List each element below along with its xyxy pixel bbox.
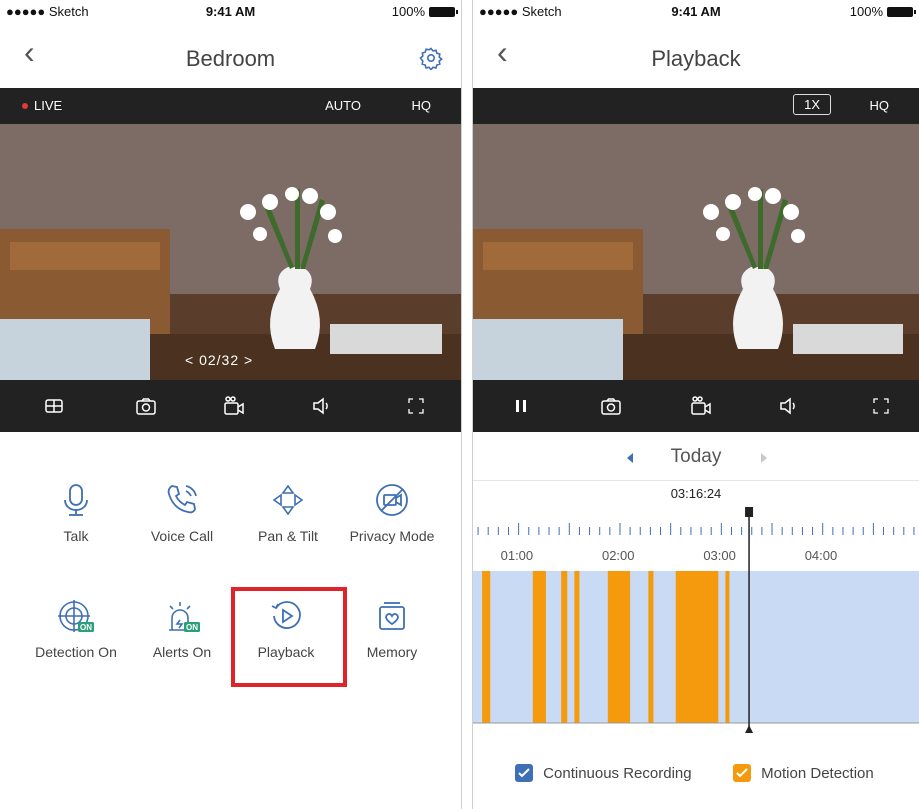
camera-icon[interactable] xyxy=(599,394,623,418)
privacy-icon xyxy=(376,484,408,516)
svg-text:ON: ON xyxy=(186,623,198,632)
clip-pager[interactable]: < 02/32 > xyxy=(185,352,253,368)
battery-label: 100% xyxy=(849,4,883,19)
fullscreen-icon[interactable] xyxy=(404,394,428,418)
continuous-recording-label: Continuous Recording xyxy=(543,764,692,782)
hq-button[interactable]: HQ xyxy=(412,98,432,113)
grid-icon[interactable] xyxy=(42,394,66,418)
screen-divider xyxy=(461,0,473,809)
motion-detection-label: Motion Detection xyxy=(761,764,874,782)
talk-label: Talk xyxy=(63,528,89,544)
record-icon[interactable] xyxy=(222,394,246,418)
volume-icon[interactable] xyxy=(310,394,334,418)
record-icon[interactable] xyxy=(689,394,713,418)
pause-icon[interactable] xyxy=(509,394,533,418)
separator xyxy=(473,480,919,481)
page-title: Playback xyxy=(651,46,741,71)
date-selector: Today xyxy=(473,432,919,480)
talk-button[interactable]: Talk xyxy=(20,482,132,544)
playhead-handle xyxy=(745,507,754,517)
bedroom-scene-image xyxy=(473,124,919,380)
motion-segment xyxy=(648,571,654,723)
motion-segment xyxy=(482,571,491,723)
motion-segment xyxy=(675,571,719,723)
voice-call-button[interactable]: Voice Call xyxy=(126,482,238,544)
pan-tilt-label: Pan & Tilt xyxy=(258,528,318,544)
battery-icon xyxy=(887,6,916,17)
video-controls xyxy=(473,380,919,432)
live-view-screen: ●●●●● Sketch 9:41 AM 100% ‹ Bedroom LIVE… xyxy=(0,0,461,809)
camera-video-feed[interactable]: < 02/32 > xyxy=(0,124,461,380)
hour-label: 03:00 xyxy=(703,548,736,563)
playback-highlight-box xyxy=(231,587,347,687)
next-day-icon[interactable] xyxy=(759,452,769,464)
live-dot-icon xyxy=(22,102,28,109)
video-controls xyxy=(0,380,461,432)
checkbox-icon xyxy=(733,764,751,783)
alerts-on-label: Alerts On xyxy=(152,644,212,660)
alerts-on-button[interactable]: ON Alerts On xyxy=(126,598,238,660)
hq-button[interactable]: HQ xyxy=(870,98,890,113)
alert-icon: ON xyxy=(169,602,200,632)
playback-top-bar: 1X HQ xyxy=(473,88,919,124)
nav-bar: ‹ Playback xyxy=(473,22,919,88)
motion-detection-checkbox[interactable]: Motion Detection xyxy=(733,764,874,783)
nav-bar: ‹ Bedroom xyxy=(0,22,461,88)
memory-icon xyxy=(379,602,405,630)
svg-text:ON: ON xyxy=(80,623,92,632)
detection-icon: ON xyxy=(58,600,94,632)
motion-segment xyxy=(574,571,580,723)
pan-tilt-icon xyxy=(272,484,304,516)
motion-segment xyxy=(532,571,546,723)
motion-segment xyxy=(561,571,568,723)
camera-icon[interactable] xyxy=(134,394,158,418)
phone-icon xyxy=(167,485,197,514)
gear-icon[interactable] xyxy=(419,46,443,70)
checkbox-icon xyxy=(515,764,533,783)
volume-icon[interactable] xyxy=(777,394,801,418)
page-title: Bedroom xyxy=(185,46,276,71)
hour-label: 01:00 xyxy=(500,548,534,563)
playhead-marker xyxy=(745,725,754,733)
playback-screen: ●●●●● Sketch 9:41 AM 100% ‹ Playback 1X … xyxy=(473,0,919,809)
status-bar: ●●●●● Sketch 9:41 AM 100% xyxy=(0,0,461,22)
battery: 100% xyxy=(391,4,458,19)
bedroom-scene-image xyxy=(0,124,461,380)
fullscreen-icon[interactable] xyxy=(869,394,893,418)
timeline-track[interactable] xyxy=(473,505,919,733)
live-label: LIVE xyxy=(34,98,63,113)
date-label: Today xyxy=(670,446,722,467)
memory-label: Memory xyxy=(366,644,418,660)
hour-label: 04:00 xyxy=(804,548,838,563)
speed-button[interactable]: 1X xyxy=(793,94,831,115)
continuous-recording-checkbox[interactable]: Continuous Recording xyxy=(515,764,692,783)
pan-tilt-button[interactable]: Pan & Tilt xyxy=(232,482,344,544)
privacy-mode-button[interactable]: Privacy Mode xyxy=(336,482,448,544)
battery-icon xyxy=(429,6,458,17)
motion-segment xyxy=(607,571,631,723)
live-bar: LIVE AUTO HQ xyxy=(0,88,461,124)
battery: 100% xyxy=(849,4,916,19)
motion-segment xyxy=(725,571,730,723)
privacy-mode-label: Privacy Mode xyxy=(349,528,435,544)
auto-quality-button[interactable]: AUTO xyxy=(325,98,361,113)
microphone-icon xyxy=(64,484,88,516)
playback-video-feed[interactable] xyxy=(473,124,919,380)
detection-on-label: Detection On xyxy=(35,644,117,660)
battery-label: 100% xyxy=(391,4,425,19)
live-indicator: LIVE xyxy=(22,98,62,113)
current-time-label: 03:16:24 xyxy=(670,486,722,501)
status-bar: ●●●●● Sketch 9:41 AM 100% xyxy=(473,0,919,22)
hour-label: 02:00 xyxy=(601,548,635,563)
memory-button[interactable]: Memory xyxy=(336,598,448,660)
voice-call-label: Voice Call xyxy=(150,528,214,544)
detection-on-button[interactable]: ON Detection On xyxy=(20,598,132,660)
